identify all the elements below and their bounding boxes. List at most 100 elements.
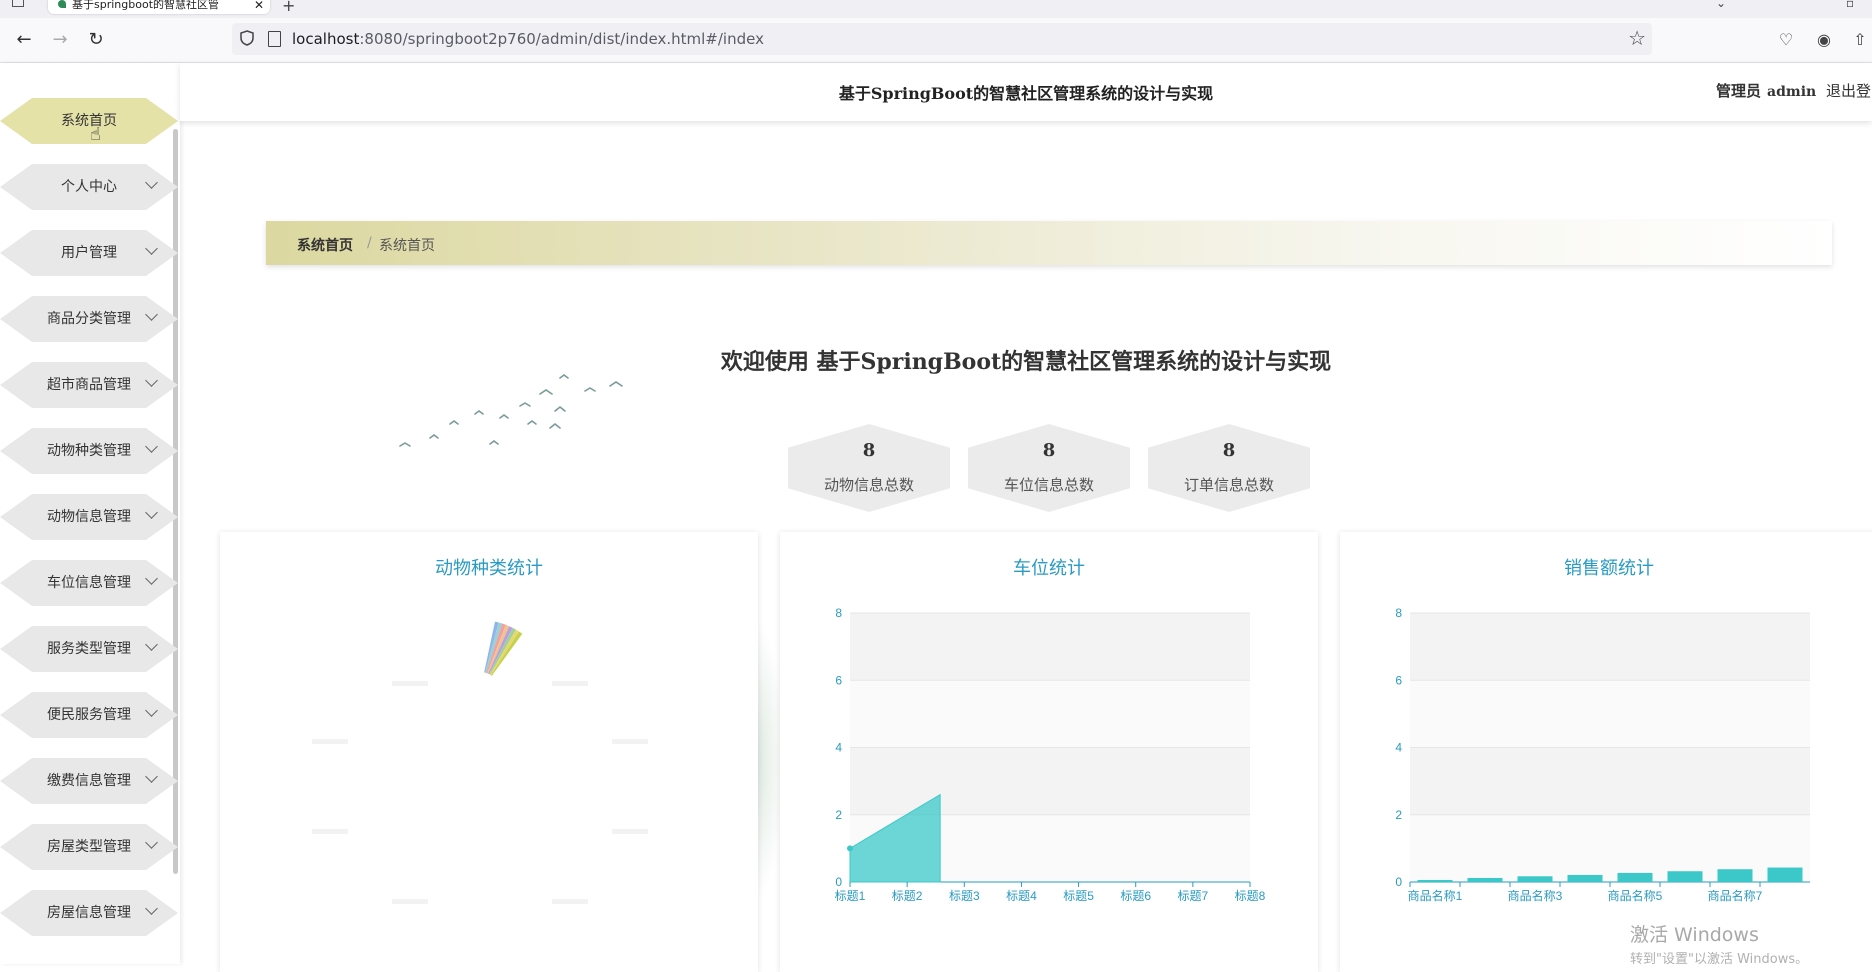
sidebar-item[interactable]: 便民服务管理 (0, 692, 178, 738)
bar (1517, 876, 1553, 882)
card-parking-stats: 车位统计 0 2 4 6 8 标题1 标题2 标题3 标题4 标题5 标题6 标题7 标题8 (780, 532, 1318, 972)
bar (1617, 872, 1653, 882)
x-tick-label: 商品名称3 (1508, 888, 1563, 903)
reload-icon[interactable]: ↻ (84, 28, 108, 52)
stat-label: 动物信息总数 (823, 476, 914, 494)
shield-icon[interactable] (240, 30, 254, 46)
sidebar-item[interactable]: 缴费信息管理 (0, 758, 178, 804)
list-all-tabs-icon[interactable]: ⌄ (1716, 0, 1726, 10)
x-tick-label: 标题5 (1063, 889, 1094, 903)
stat-value: 8 (862, 440, 876, 461)
tab-list-icon[interactable] (12, 0, 24, 7)
x-tick-label: 标题7 (1178, 889, 1209, 903)
pocket-icon[interactable]: ♡ (1776, 30, 1796, 50)
top-header: 基于SpringBoot的智慧社区管理系统的设计与实现 管理员 admin 退出登 (180, 63, 1872, 121)
stat-label: 车位信息总数 (1003, 476, 1094, 494)
card-sales-stats: 销售额统计 0 2 4 6 8 商品名称1 商品名称3 商品名称5 商品名称7 (1340, 532, 1872, 972)
url-text[interactable]: localhost:8080/springboot2p760/admin/dis… (292, 30, 764, 48)
pie-label-placeholder (612, 829, 648, 834)
browser-navbar: ← → ↻ localhost:8080/springboot2p760/adm… (0, 18, 1872, 63)
windows-activation-watermark: 激活 Windows (1630, 924, 1759, 946)
window-icon[interactable]: ▫ (1846, 0, 1854, 10)
new-tab-icon[interactable]: + (282, 0, 295, 15)
sidebar-item[interactable]: 房屋信息管理 (0, 890, 178, 936)
browser-tab[interactable]: 基于springboot的智慧社区管 ✕ (48, 0, 270, 14)
y-tick-label: 0 (835, 875, 842, 889)
page-info-icon[interactable] (268, 31, 281, 47)
y-tick-label: 6 (835, 673, 842, 687)
stat-animal-total: 8 动物信息总数 (788, 424, 950, 512)
x-tick-label: 标题3 (949, 889, 980, 903)
stat-value: 8 (1042, 440, 1056, 461)
sidebar-item[interactable]: 商品分类管理 (0, 296, 178, 342)
y-tick-label: 4 (1395, 741, 1402, 755)
sidebar-item[interactable]: 房屋类型管理 (0, 824, 178, 870)
bar (1467, 877, 1503, 882)
sidebar-item[interactable]: 动物种类管理 (0, 428, 178, 474)
account-icon[interactable]: ◉ (1814, 30, 1834, 50)
bar-chart: 0 2 4 6 8 商品名称1 商品名称3 商品名称5 商品名称7 (1395, 606, 1810, 903)
pie-label-placeholder (312, 829, 348, 834)
grid-band (1410, 680, 1810, 748)
x-tick-label: 标题4 (1006, 889, 1037, 903)
pie-label-placeholder (392, 899, 428, 904)
birds-decoration (399, 374, 623, 447)
y-tick-label: 4 (835, 741, 842, 755)
logout-link[interactable]: 退出登 (1826, 80, 1871, 101)
forward-icon[interactable]: → (48, 28, 72, 52)
bar (1417, 879, 1453, 882)
back-icon[interactable]: ← (12, 28, 36, 52)
breadcrumb-current: 系统首页 (379, 238, 435, 254)
y-tick-label: 8 (835, 606, 842, 620)
system-title: 基于SpringBoot的智慧社区管理系统的设计与实现 (838, 84, 1214, 103)
bookmark-star-icon[interactable]: ☆ (1628, 26, 1646, 50)
x-tick-label: 标题1 (835, 889, 866, 903)
stat-order-total: 8 订单信息总数 (1148, 424, 1310, 512)
breadcrumb: 系统首页 / 系统首页 (266, 221, 1832, 265)
grid-band (850, 747, 1250, 815)
vue-favicon-icon (58, 0, 66, 8)
sidebar-item[interactable]: 动物信息管理 (0, 494, 178, 540)
sidebar-item[interactable]: 超市商品管理 (0, 362, 178, 408)
tab-title: 基于springboot的智慧社区管 (72, 0, 220, 11)
sidebar-item[interactable]: 车位信息管理 (0, 560, 178, 606)
windows-activation-hint: 转到"设置"以激活 Windows。 (1630, 952, 1809, 967)
x-tick-label: 商品名称5 (1608, 888, 1663, 903)
y-tick-label: 6 (1395, 673, 1402, 687)
browser-tab-strip: 基于springboot的智慧社区管 ✕ + ⌄ ▫ (0, 0, 1872, 18)
y-tick-label: 2 (835, 808, 842, 822)
y-tick-label: 2 (1395, 808, 1402, 822)
x-tick-label: 标题8 (1235, 889, 1266, 903)
bar (1667, 871, 1703, 882)
card-animal-types: 动物种类统计 (220, 532, 758, 972)
pie-chart (312, 621, 648, 904)
username: admin (1767, 84, 1817, 100)
pie-label-placeholder (612, 739, 648, 744)
pie-label-placeholder (552, 681, 588, 686)
grid-band (850, 613, 1250, 681)
pie-label-placeholder (552, 899, 588, 904)
pie-label-placeholder (312, 739, 348, 744)
close-tab-icon[interactable]: ✕ (254, 0, 264, 11)
pie-label-placeholder (392, 681, 428, 686)
data-point (847, 845, 853, 852)
sidebar-item[interactable]: 服务类型管理 (0, 626, 178, 672)
address-bar[interactable]: localhost:8080/springboot2p760/admin/dis… (232, 23, 1652, 55)
bar (1717, 869, 1753, 882)
area-chart: 0 2 4 6 8 标题1 标题2 标题3 标题4 标题5 标题6 标题7 标题8 (835, 606, 1266, 903)
y-tick-label: 0 (1395, 875, 1402, 889)
sidebar-item[interactable]: 个人中心 (0, 164, 178, 210)
x-tick-label: 标题6 (1120, 889, 1151, 903)
stat-label: 订单信息总数 (1183, 476, 1274, 494)
y-tick-label: 8 (1395, 606, 1402, 620)
extensions-icon[interactable]: ⇧ (1850, 30, 1870, 50)
grid-band (850, 680, 1250, 748)
sidebar-item[interactable]: 用户管理 (0, 230, 178, 276)
stat-value: 8 (1222, 440, 1236, 461)
grid-band (1410, 613, 1810, 681)
breadcrumb-root[interactable]: 系统首页 (297, 235, 353, 255)
x-tick-label: 商品名称1 (1408, 888, 1463, 903)
stat-parking-total: 8 车位信息总数 (968, 424, 1130, 512)
grid-band (1410, 747, 1810, 815)
sidebar-item[interactable]: 系统首页 (0, 98, 178, 144)
